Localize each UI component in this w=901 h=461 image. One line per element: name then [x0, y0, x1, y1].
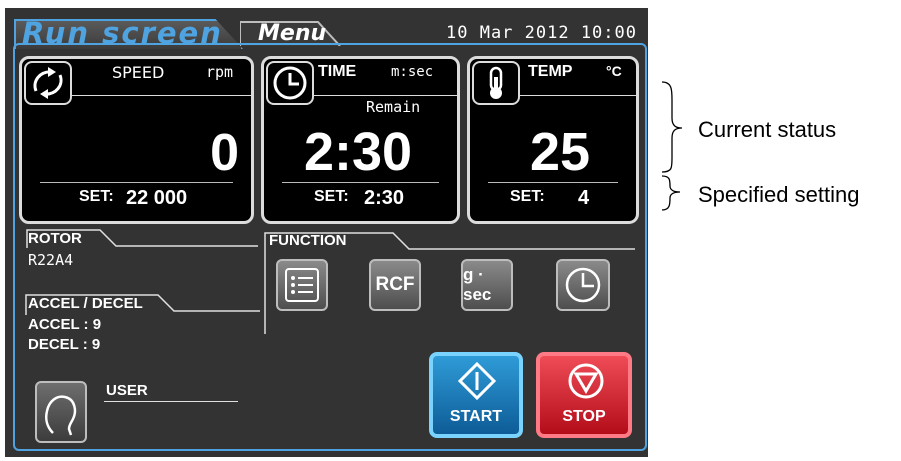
- user-label: USER: [106, 382, 148, 399]
- temp-set-value: 4: [578, 187, 590, 209]
- time-remain-label: Remain: [366, 98, 421, 116]
- temp-set-label: SET:: [510, 188, 545, 205]
- start-button[interactable]: START: [429, 352, 523, 438]
- stop-label: STOP: [562, 408, 606, 425]
- list-icon: [285, 268, 319, 302]
- speed-set-label: SET:: [79, 188, 114, 205]
- function-rcf-button[interactable]: RCF: [369, 259, 421, 311]
- time-label: TIME: [318, 63, 357, 80]
- time-set-label: SET:: [314, 188, 349, 205]
- rotor-value: R22A4: [28, 251, 74, 269]
- time-set-value: 2:30: [364, 187, 405, 209]
- time-unit: m:sec: [391, 64, 434, 80]
- time-divider: [282, 182, 439, 183]
- specified-setting-annotation: Specified setting: [698, 182, 860, 207]
- accel-decel-section-tab: [25, 294, 260, 315]
- user-underline: [104, 401, 238, 402]
- speed-box[interactable]: SPEED rpm 0 SET: 22 000: [19, 56, 254, 224]
- stop-button[interactable]: STOP: [536, 352, 632, 438]
- user-button[interactable]: [35, 381, 87, 443]
- stop-icon: [568, 363, 604, 399]
- speed-set-value: 22 000: [126, 187, 188, 209]
- accel-value: ACCEL : 9: [28, 316, 102, 333]
- rotation-icon: [24, 61, 72, 105]
- user-head-icon: [45, 395, 77, 436]
- temp-value: 25: [530, 122, 591, 182]
- temp-unit: °C: [606, 63, 622, 79]
- speed-label: SPEED: [112, 63, 165, 82]
- timer-icon: [565, 267, 601, 303]
- speed-value: 0: [210, 124, 239, 182]
- rotor-section-tab: [26, 229, 258, 248]
- time-box[interactable]: TIME m:sec Remain 2:30 SET: 2:30: [261, 56, 460, 224]
- time-value: 2:30: [304, 122, 413, 182]
- function-g-sec-button[interactable]: g · sec: [461, 259, 513, 311]
- start-icon: [458, 362, 496, 400]
- datetime-display: 10 Mar 2012 10:00: [446, 23, 637, 43]
- clock-icon: [266, 61, 314, 105]
- temp-box[interactable]: TEMP °C 25 SET: 4: [467, 56, 639, 224]
- start-label: START: [449, 408, 503, 425]
- temp-divider: [488, 182, 618, 183]
- function-timer-button[interactable]: [556, 259, 610, 311]
- thermometer-icon: [472, 61, 520, 105]
- speed-unit: rpm: [206, 63, 234, 81]
- current-status-brace: [661, 81, 683, 211]
- temp-label: TEMP: [528, 63, 573, 80]
- function-list-button[interactable]: [276, 259, 328, 311]
- decel-value: DECEL : 9: [28, 336, 101, 353]
- current-status-annotation: Current status: [698, 117, 837, 142]
- speed-divider: [40, 182, 233, 183]
